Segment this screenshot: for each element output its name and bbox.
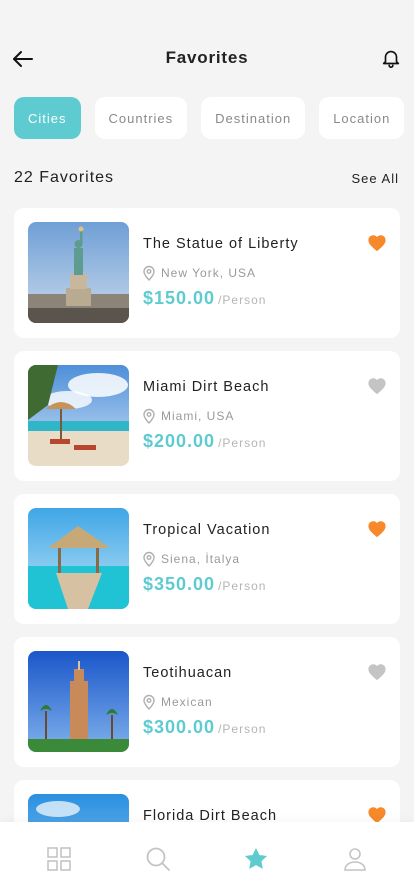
- favorite-heart-button[interactable]: [367, 663, 387, 681]
- favorite-heart-button[interactable]: [367, 377, 387, 395]
- tab-cities[interactable]: Cities: [14, 97, 81, 139]
- item-location-text: Mexican: [161, 695, 213, 709]
- nav-profile[interactable]: [330, 839, 380, 879]
- tab-countries[interactable]: Countries: [94, 97, 188, 139]
- price-value: $350.00: [143, 574, 216, 594]
- search-icon: [146, 847, 170, 871]
- item-location: Miami, USA: [142, 408, 234, 424]
- price-value: $300.00: [143, 717, 216, 737]
- nav-home[interactable]: [34, 839, 84, 879]
- item-price: $300.00 /Person: [143, 717, 266, 738]
- favorites-list: The Statue of Liberty New York, USA $150…: [14, 208, 400, 896]
- map-pin-icon: [143, 265, 155, 281]
- price-unit: /Person: [218, 722, 267, 736]
- map-pin-icon: [143, 551, 155, 567]
- item-name: The Statue of Liberty: [143, 236, 299, 252]
- heart-icon: [368, 378, 386, 395]
- heart-icon: [368, 235, 386, 252]
- favorite-heart-button[interactable]: [367, 520, 387, 538]
- price-unit: /Person: [218, 579, 267, 593]
- heart-icon: [368, 664, 386, 681]
- item-location: New York, USA: [142, 265, 256, 281]
- item-location: Mexican: [142, 694, 213, 710]
- tropical-vacation-image: [28, 508, 129, 609]
- heart-icon: [368, 521, 386, 538]
- favorite-card[interactable]: Tropical Vacation Siena, İtalya $350.00 …: [14, 494, 400, 624]
- category-tabs: Cities Countries Destination Location: [14, 97, 414, 139]
- bell-icon: [382, 50, 400, 68]
- notification-button[interactable]: [378, 45, 404, 71]
- map-pin-icon: [143, 408, 155, 424]
- grid-icon: [47, 847, 72, 871]
- favorite-card[interactable]: The Statue of Liberty New York, USA $150…: [14, 208, 400, 338]
- price-value: $200.00: [143, 431, 216, 451]
- bottom-navigation: [0, 822, 414, 896]
- nav-favorites[interactable]: [231, 839, 281, 879]
- favorite-card[interactable]: Miami Dirt Beach Miami, USA $200.00 /Per…: [14, 351, 400, 481]
- item-name: Tropical Vacation: [143, 522, 271, 538]
- price-value: $150.00: [143, 288, 216, 308]
- item-name: Miami Dirt Beach: [143, 379, 270, 395]
- favorites-count-title: 22 Favorites: [14, 169, 115, 186]
- item-location-text: New York, USA: [161, 266, 257, 280]
- map-pin-icon: [143, 694, 155, 710]
- price-unit: /Person: [218, 293, 267, 307]
- item-price: $350.00 /Person: [143, 574, 266, 595]
- item-price: $150.00 /Person: [143, 288, 266, 309]
- item-name: Teotihuacan: [143, 665, 233, 681]
- item-location: Siena, İtalya: [142, 551, 240, 567]
- miami-beach-image: [28, 365, 129, 466]
- teotihuacan-image: [28, 651, 129, 752]
- tab-destination[interactable]: Destination: [201, 97, 306, 139]
- item-price: $200.00 /Person: [143, 431, 266, 452]
- user-icon: [343, 848, 366, 871]
- favorite-card[interactable]: Teotihuacan Mexican $300.00 /Person: [14, 637, 400, 767]
- item-location-text: Miami, USA: [161, 409, 235, 423]
- item-location-text: Siena, İtalya: [161, 552, 241, 566]
- star-icon: [245, 847, 268, 869]
- favorite-heart-button[interactable]: [367, 234, 387, 252]
- statue-of-liberty-image: [28, 222, 129, 323]
- app-header: Favorites: [0, 0, 414, 90]
- page-title: Favorites: [165, 48, 249, 67]
- nav-search[interactable]: [133, 839, 183, 879]
- price-unit: /Person: [218, 436, 267, 450]
- see-all-link[interactable]: See All: [352, 171, 399, 186]
- tab-location[interactable]: Location: [319, 97, 405, 139]
